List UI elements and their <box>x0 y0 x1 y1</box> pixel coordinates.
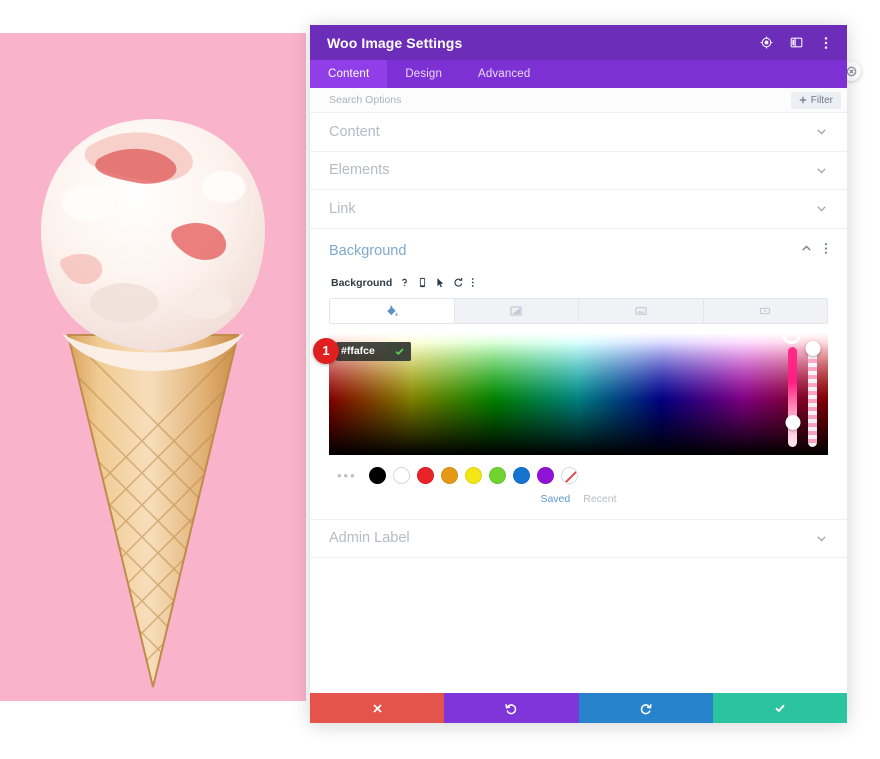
swatch-yellow[interactable] <box>464 466 482 484</box>
layout-panel-icon[interactable] <box>789 36 803 50</box>
swatch-transparent[interactable] <box>560 466 578 484</box>
section-elements[interactable]: Elements <box>310 152 847 190</box>
plus-icon <box>799 96 806 104</box>
color-swatch-row: ••• <box>329 455 828 484</box>
background-type-color[interactable] <box>330 298 455 323</box>
tab-design[interactable]: Design <box>387 60 460 88</box>
kebab-menu-icon[interactable] <box>471 277 475 288</box>
background-type-video[interactable] <box>703 298 827 323</box>
kebab-menu-icon[interactable] <box>824 242 828 260</box>
section-background-label: Background <box>329 242 407 259</box>
palette-tabs: Saved Recent <box>329 484 828 507</box>
alpha-slider[interactable] <box>805 340 820 447</box>
modal-footer <box>310 693 847 723</box>
screen: Woo Image Settings Content Design Advanc… <box>0 0 880 759</box>
video-icon <box>760 307 771 314</box>
paint-bucket-icon <box>387 305 398 316</box>
swatch-white[interactable] <box>392 466 410 484</box>
section-admin-label-label: Admin Label <box>329 530 410 547</box>
undo-icon <box>505 704 517 715</box>
gradient-icon <box>510 305 522 316</box>
responsive-icon[interactable] <box>417 277 428 288</box>
hex-confirm-button[interactable] <box>388 341 411 361</box>
palette-tab-saved[interactable]: Saved <box>540 493 570 505</box>
section-content-label: Content <box>329 123 380 140</box>
hover-icon[interactable] <box>435 277 446 288</box>
section-link-label: Link <box>329 200 356 217</box>
swatch-blue[interactable] <box>512 466 530 484</box>
kebab-menu-icon[interactable] <box>819 36 833 50</box>
close-icon <box>372 703 382 713</box>
page-title: Woo Image Settings <box>327 34 463 51</box>
swatch-black[interactable] <box>368 466 386 484</box>
modal-tabs: Content Design Advanced <box>310 60 847 88</box>
undo-button[interactable] <box>444 693 579 723</box>
background-field-row: Background <box>329 273 828 298</box>
color-picker: 1 <box>313 324 828 455</box>
section-background: Background Background 1 #ffafce ••• Save… <box>310 229 847 520</box>
section-content[interactable]: Content <box>310 113 847 152</box>
chevron-down-icon <box>815 125 828 138</box>
swatch-orange[interactable] <box>440 466 458 484</box>
alpha-slider-knob[interactable] <box>805 340 820 356</box>
search-input[interactable] <box>329 94 791 106</box>
reset-icon[interactable] <box>453 277 464 288</box>
section-background-header[interactable]: Background <box>329 229 828 273</box>
tab-content[interactable]: Content <box>310 60 388 88</box>
redo-button[interactable] <box>578 693 713 723</box>
target-icon[interactable] <box>759 36 773 50</box>
background-type-tabs <box>329 297 828 324</box>
hex-input[interactable] <box>336 341 388 361</box>
saturation-selector-ring[interactable] <box>782 324 801 344</box>
palette-tab-recent[interactable]: Recent <box>583 493 616 505</box>
filter-button[interactable]: Filter <box>790 91 841 109</box>
ice-cream-cone-photo <box>0 33 306 701</box>
section-elements-label: Elements <box>329 162 390 179</box>
section-admin-label[interactable]: Admin Label <box>310 520 847 558</box>
chevron-up-icon[interactable] <box>800 242 813 260</box>
search-row: Filter <box>310 88 847 113</box>
step-badge: 1 <box>313 337 339 364</box>
more-colors-button[interactable]: ••• <box>337 468 357 483</box>
section-link[interactable]: Link <box>310 190 847 229</box>
saturation-panel[interactable] <box>329 324 828 455</box>
chevron-down-icon <box>815 532 828 545</box>
background-field-label: Background <box>331 276 393 289</box>
swatch-purple[interactable] <box>536 466 554 484</box>
modal-header-actions <box>759 36 833 50</box>
save-button[interactable] <box>712 693 847 723</box>
redo-icon <box>640 704 652 715</box>
filter-button-label: Filter <box>810 94 833 106</box>
check-icon <box>775 704 785 713</box>
chevron-down-icon <box>815 164 828 177</box>
modal-header: Woo Image Settings <box>310 25 847 60</box>
page-preview[interactable] <box>0 33 306 701</box>
discard-button[interactable] <box>310 693 445 723</box>
settings-body: Content Elements Link Background Backgro… <box>310 113 847 693</box>
settings-modal: Woo Image Settings Content Design Advanc… <box>310 25 847 723</box>
swatch-green[interactable] <box>488 466 506 484</box>
swatch-red[interactable] <box>416 466 434 484</box>
background-type-gradient[interactable] <box>454 298 579 323</box>
hex-field-group <box>336 341 411 361</box>
background-type-image[interactable] <box>579 298 704 323</box>
chevron-down-icon <box>815 202 828 215</box>
hue-slider[interactable] <box>785 346 800 447</box>
tab-advanced[interactable]: Advanced <box>460 60 548 88</box>
image-icon <box>635 306 647 315</box>
hue-slider-knob[interactable] <box>785 414 800 430</box>
help-icon[interactable] <box>399 277 410 288</box>
